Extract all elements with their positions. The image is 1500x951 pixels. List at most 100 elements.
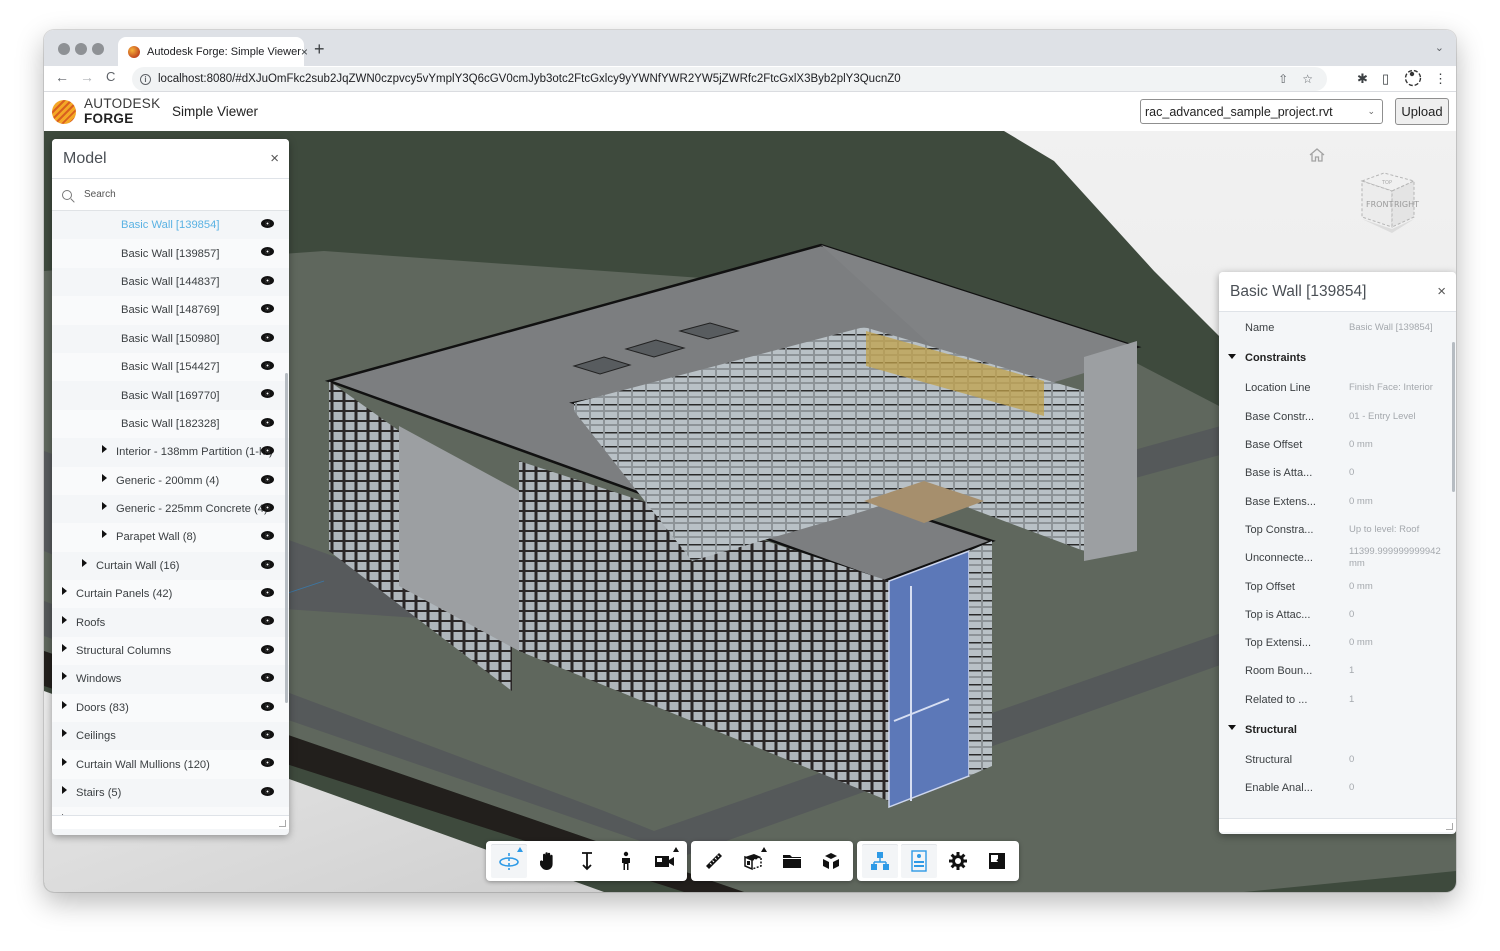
expand-arrow-icon[interactable] bbox=[102, 473, 107, 482]
visibility-eye-icon[interactable] bbox=[261, 758, 274, 768]
expand-arrow-icon[interactable] bbox=[102, 530, 107, 539]
model-search-input[interactable]: Search bbox=[52, 179, 289, 211]
visibility-eye-icon[interactable] bbox=[261, 474, 274, 484]
resize-grip-icon[interactable] bbox=[1446, 823, 1453, 830]
explode-button[interactable] bbox=[774, 844, 810, 878]
properties-panel-header[interactable]: Basic Wall [139854] × bbox=[1219, 272, 1456, 312]
model-tree-item[interactable]: Generic - 200mm (4) bbox=[52, 466, 289, 495]
visibility-eye-icon[interactable] bbox=[261, 588, 274, 598]
settings-button[interactable] bbox=[940, 844, 976, 878]
first-person-button[interactable] bbox=[608, 844, 644, 878]
visibility-eye-icon[interactable] bbox=[261, 275, 274, 285]
view-cube[interactable]: FRONT RIGHT TOP bbox=[1356, 169, 1422, 235]
fullscreen-button[interactable] bbox=[979, 844, 1015, 878]
window-close-button[interactable] bbox=[58, 43, 70, 55]
home-view-icon[interactable] bbox=[1307, 146, 1327, 164]
model-tree-item[interactable]: Basic Wall [144837] bbox=[52, 268, 289, 296]
expand-arrow-icon[interactable] bbox=[62, 729, 67, 738]
upload-button[interactable]: Upload bbox=[1395, 98, 1449, 125]
bookmark-star-icon[interactable]: ☆ bbox=[1302, 72, 1313, 86]
model-tree-scrollbar[interactable] bbox=[285, 373, 288, 703]
visibility-eye-icon[interactable] bbox=[261, 304, 274, 314]
side-panel-icon[interactable]: ▯ bbox=[1382, 71, 1389, 87]
visibility-eye-icon[interactable] bbox=[261, 247, 274, 257]
visibility-eye-icon[interactable] bbox=[261, 559, 274, 569]
visibility-eye-icon[interactable] bbox=[261, 502, 274, 512]
expand-arrow-icon[interactable] bbox=[102, 445, 107, 454]
profile-avatar-icon[interactable] bbox=[1404, 69, 1422, 90]
properties-button[interactable] bbox=[900, 844, 937, 878]
viewcube-front-label[interactable]: FRONT bbox=[1366, 200, 1393, 209]
site-info-icon[interactable]: i bbox=[140, 73, 151, 85]
model-tree-item[interactable]: Parapet Wall (8) bbox=[52, 523, 289, 552]
resize-grip-icon[interactable] bbox=[279, 820, 286, 827]
visibility-eye-icon[interactable] bbox=[261, 417, 274, 427]
close-icon[interactable]: × bbox=[1437, 283, 1446, 300]
forge-viewer-canvas[interactable]: FRONT RIGHT TOP Model × Search Basic Wal… bbox=[44, 131, 1456, 892]
visibility-eye-icon[interactable] bbox=[261, 332, 274, 342]
expand-arrow-icon[interactable] bbox=[62, 615, 67, 624]
visibility-eye-icon[interactable] bbox=[261, 730, 274, 740]
model-tree-item[interactable]: Railings (13) bbox=[52, 807, 289, 815]
forward-button[interactable]: → bbox=[80, 69, 94, 85]
model-tree-item[interactable]: Basic Wall [148769] bbox=[52, 296, 289, 325]
browser-tab[interactable]: Autodesk Forge: Simple Viewer × bbox=[118, 37, 308, 66]
model-tree-item[interactable]: Doors (83) bbox=[52, 693, 289, 723]
expand-arrow-icon[interactable] bbox=[62, 672, 67, 681]
expand-arrow-icon[interactable] bbox=[62, 786, 67, 794]
visibility-eye-icon[interactable] bbox=[261, 644, 274, 654]
expand-arrow-icon[interactable] bbox=[62, 757, 67, 766]
window-minimize-button[interactable] bbox=[75, 43, 87, 55]
model-tree-item[interactable]: Basic Wall [150980] bbox=[52, 325, 289, 353]
camera-button[interactable] bbox=[647, 844, 683, 878]
dolly-button[interactable] bbox=[569, 844, 605, 878]
viewcube-top-label[interactable]: TOP bbox=[1381, 180, 1392, 186]
model-tree-item[interactable]: Structural Columns bbox=[52, 636, 289, 666]
model-tree-item[interactable]: Roofs bbox=[52, 608, 289, 636]
section-button[interactable] bbox=[735, 844, 771, 878]
model-tree-item[interactable]: Curtain Wall (16) bbox=[52, 552, 289, 580]
model-select[interactable]: rac_advanced_sample_project.rvt ⌄ bbox=[1140, 99, 1383, 124]
window-zoom-button[interactable] bbox=[92, 43, 104, 55]
selected-basic-wall-139854[interactable] bbox=[888, 549, 970, 809]
pan-button[interactable] bbox=[530, 844, 566, 878]
model-tree-item[interactable]: Basic Wall [154427] bbox=[52, 352, 289, 382]
measure-button[interactable] bbox=[696, 844, 732, 878]
visibility-eye-icon[interactable] bbox=[261, 616, 274, 626]
collapse-arrow-icon[interactable] bbox=[1228, 353, 1236, 359]
model-tree-item[interactable]: Generic - 225mm Concrete (4) bbox=[52, 495, 289, 523]
visibility-eye-icon[interactable] bbox=[261, 673, 274, 683]
model-tree-item[interactable]: Ceilings bbox=[52, 722, 289, 750]
extensions-icon[interactable]: ✱ bbox=[1357, 71, 1368, 87]
model-tree-item[interactable]: Basic Wall [182328] bbox=[52, 409, 289, 439]
expand-arrow-icon[interactable] bbox=[82, 558, 87, 567]
visibility-eye-icon[interactable] bbox=[261, 786, 274, 796]
browser-menu-icon[interactable]: ⋮ bbox=[1434, 71, 1447, 87]
model-tree-item[interactable]: Basic Wall [139857] bbox=[52, 239, 289, 268]
model-browser-button[interactable] bbox=[861, 844, 898, 878]
property-category[interactable]: Structural bbox=[1219, 714, 1456, 746]
model-tree-item[interactable]: Basic Wall [139854] bbox=[52, 211, 289, 239]
visibility-eye-icon[interactable] bbox=[261, 389, 274, 399]
back-button[interactable]: ← bbox=[55, 69, 69, 85]
properties-scrollbar[interactable] bbox=[1452, 342, 1455, 492]
model-cube-button[interactable] bbox=[813, 844, 849, 878]
model-tree-item[interactable]: Curtain Panels (42) bbox=[52, 580, 289, 609]
expand-arrow-icon[interactable] bbox=[102, 502, 107, 511]
viewcube-right-label[interactable]: RIGHT bbox=[1394, 200, 1419, 209]
visibility-eye-icon[interactable] bbox=[261, 531, 274, 541]
expand-arrow-icon[interactable] bbox=[62, 644, 67, 653]
new-tab-button[interactable]: + bbox=[314, 39, 325, 60]
reload-button[interactable]: C bbox=[106, 69, 115, 84]
model-tree-item[interactable]: Basic Wall [169770] bbox=[52, 381, 289, 409]
visibility-eye-icon[interactable] bbox=[261, 360, 274, 370]
property-category[interactable]: Constraints bbox=[1219, 342, 1456, 374]
model-tree-item[interactable]: Curtain Wall Mullions (120) bbox=[52, 750, 289, 779]
visibility-eye-icon[interactable] bbox=[261, 701, 274, 711]
model-tree-item[interactable]: Stairs (5) bbox=[52, 779, 289, 807]
expand-arrow-icon[interactable] bbox=[62, 587, 67, 596]
model-tree-item[interactable]: Interior - 138mm Partition (1-hr) bbox=[52, 438, 289, 466]
orbit-button[interactable] bbox=[490, 844, 527, 878]
url-text[interactable]: localhost:8080/#dXJuOmFkc2sub2JqZWN0czpv… bbox=[158, 73, 1278, 85]
collapse-arrow-icon[interactable] bbox=[1228, 725, 1236, 731]
